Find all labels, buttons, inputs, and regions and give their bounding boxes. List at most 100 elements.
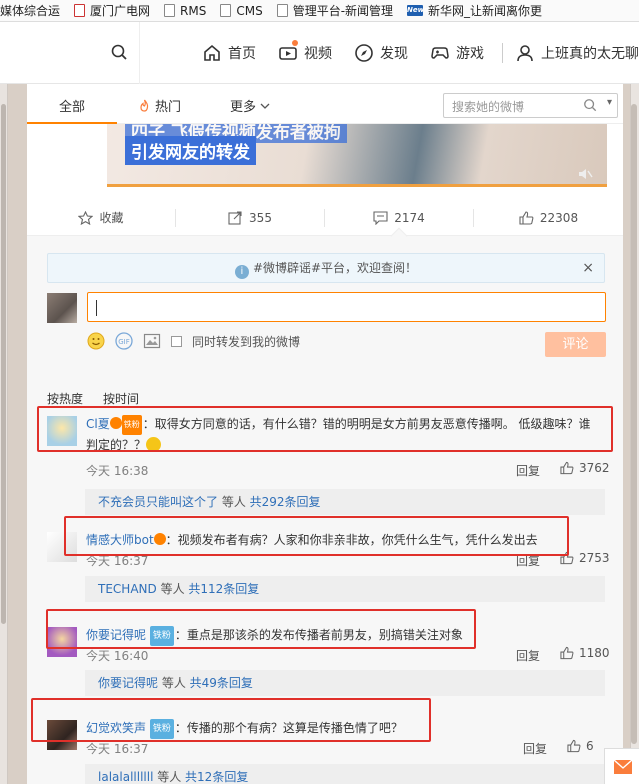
info-icon: i xyxy=(234,265,249,279)
highlight-box xyxy=(46,609,476,649)
highlight-box xyxy=(31,698,431,742)
chevron-down-icon xyxy=(260,103,270,109)
comment-like-button[interactable]: 3762 xyxy=(560,461,610,475)
reply-button[interactable]: 回复 xyxy=(523,740,547,757)
like-count: 2753 xyxy=(579,551,610,565)
weibo-search-input[interactable]: 搜索她的微博 ▾ xyxy=(443,93,618,118)
page-icon xyxy=(220,4,232,17)
comment-count: 2174 xyxy=(394,210,425,225)
sub-replies[interactable]: lalalalllllll 等人 共12条回复 xyxy=(85,764,605,784)
tab-more-label: 更多 xyxy=(230,100,257,115)
gif-icon[interactable]: GIF xyxy=(115,332,133,350)
bookmark-item[interactable]: 厦门广电网 xyxy=(74,2,150,19)
avatar[interactable] xyxy=(47,293,77,323)
highlight-box xyxy=(37,406,613,452)
repost-count: 355 xyxy=(249,210,272,225)
repost-icon xyxy=(228,210,242,225)
bookmark-item[interactable]: CMS xyxy=(220,4,263,18)
bookmarks-bar: 媒体综合运 厦门广电网 RMS CMS 管理平台-新闻管理 News 新华网_让新… xyxy=(0,0,639,22)
tab-more[interactable]: 更多 xyxy=(230,96,270,115)
nav-home-label: 首页 xyxy=(228,45,256,62)
sub-reply-users[interactable]: 你要记得呢 xyxy=(98,676,158,690)
comment-button[interactable]: 2174 xyxy=(325,208,474,227)
emoji-icon[interactable] xyxy=(87,332,105,350)
repost-button[interactable]: 355 xyxy=(176,208,325,227)
comment-like-button[interactable]: 6 xyxy=(567,739,594,753)
rumor-notice: i #微博辟谣#平台，欢迎查阅！ × xyxy=(47,253,605,283)
nav-username: 上班真的太无聊 xyxy=(541,45,639,62)
sub-reply-users[interactable]: 不充会员只能叫这个了 xyxy=(98,495,218,509)
sub-reply-mid: 等人 xyxy=(218,495,250,509)
thumbs-up-icon xyxy=(560,646,574,660)
page-icon xyxy=(164,4,176,17)
search-icon[interactable] xyxy=(583,98,597,112)
page-icon xyxy=(74,4,86,17)
submit-comment-button[interactable]: 评论 xyxy=(545,332,606,357)
sort-by-time[interactable]: 按时间 xyxy=(103,390,139,407)
nav-discover[interactable]: 发现 xyxy=(354,43,408,63)
text-caret xyxy=(96,300,97,316)
bookmark-label: 媒体综合运 xyxy=(0,4,61,18)
bookmark-item[interactable]: News 新华网_让新闻离你更 xyxy=(407,2,542,19)
sub-reply-users[interactable]: lalalalllllll xyxy=(98,770,153,784)
like-button[interactable]: 22308 xyxy=(474,209,623,227)
mute-icon[interactable] xyxy=(577,167,593,181)
compass-icon xyxy=(355,43,373,62)
news-icon: News xyxy=(407,5,429,16)
page-scrollbar[interactable] xyxy=(631,104,637,744)
profile-tabs: 全部 热门 更多 搜索她的微博 ▾ xyxy=(26,84,623,124)
mail-button[interactable] xyxy=(604,748,639,784)
like-count: 6 xyxy=(586,739,594,753)
nav-home[interactable]: 首页 xyxy=(202,43,256,63)
nav-games[interactable]: 游戏 xyxy=(430,43,484,63)
star-icon xyxy=(78,210,94,225)
weibo-post-card: 四子 飞假传视频发布者被拘 引发网友的转发 全部 热门 更多 搜索她的微博 ▾ … xyxy=(26,84,623,784)
sub-reply-users[interactable]: TECHAND xyxy=(98,582,157,596)
nav-divider xyxy=(502,42,503,63)
sort-by-hot[interactable]: 按热度 xyxy=(47,390,83,407)
favorite-button[interactable]: 收藏 xyxy=(27,208,176,227)
bookmark-item[interactable]: RMS xyxy=(164,4,206,18)
like-count: 1180 xyxy=(579,646,610,660)
nav-discover-label: 发现 xyxy=(380,45,408,62)
nav-games-label: 游戏 xyxy=(456,45,484,62)
notice-text[interactable]: #微博辟谣#平台，欢迎查阅！ xyxy=(253,261,417,275)
close-icon[interactable]: × xyxy=(582,254,594,282)
video-icon xyxy=(279,46,297,60)
sub-reply-count[interactable]: 共112条回复 xyxy=(188,582,259,596)
sub-reply-count[interactable]: 共12条回复 xyxy=(185,770,248,784)
nav-user[interactable]: 上班真的太无聊 xyxy=(515,43,639,63)
sub-replies[interactable]: 不充会员只能叫这个了 等人 共292条回复 xyxy=(85,489,605,515)
video-thumbnail[interactable]: 四子 飞假传视频发布者被拘 引发网友的转发 xyxy=(107,114,607,187)
bookmark-item[interactable]: 管理平台-新闻管理 xyxy=(276,2,393,19)
like-count: 3762 xyxy=(579,461,610,475)
comment-like-button[interactable]: 1180 xyxy=(560,646,610,660)
comment-input[interactable] xyxy=(87,292,606,322)
reply-button[interactable]: 回复 xyxy=(516,647,540,664)
thumbs-up-icon xyxy=(519,210,534,225)
video-caption-line2: 引发网友的转发 xyxy=(125,136,256,165)
tab-hot[interactable]: 热门 xyxy=(139,96,181,115)
sub-reply-count[interactable]: 共292条回复 xyxy=(250,495,321,509)
global-search[interactable] xyxy=(0,21,140,84)
bookmark-item[interactable]: 媒体综合运 xyxy=(0,2,60,19)
search-icon[interactable] xyxy=(111,44,127,60)
home-icon xyxy=(204,44,220,61)
chevron-down-icon[interactable]: ▾ xyxy=(607,97,612,108)
nav-video[interactable]: 视频 xyxy=(278,39,332,63)
image-icon[interactable] xyxy=(143,332,161,350)
tab-hot-label: 热门 xyxy=(155,100,182,115)
sub-reply-count[interactable]: 共49条回复 xyxy=(190,676,253,690)
favorite-label: 收藏 xyxy=(99,211,124,225)
left-scrollbar[interactable] xyxy=(1,104,6,624)
tab-all[interactable]: 全部 xyxy=(26,96,118,124)
sub-replies[interactable]: TECHAND 等人 共112条回复 xyxy=(85,576,605,602)
weibo-search-placeholder: 搜索她的微博 xyxy=(452,100,525,114)
reply-button[interactable]: 回复 xyxy=(516,462,540,479)
video-progress-bar[interactable] xyxy=(107,184,607,187)
notification-dot xyxy=(292,39,298,46)
forward-checkbox[interactable] xyxy=(171,335,182,347)
comment-icon xyxy=(373,210,388,225)
sub-replies[interactable]: 你要记得呢 等人 共49条回复 xyxy=(85,670,605,696)
gamepad-icon xyxy=(431,46,449,59)
